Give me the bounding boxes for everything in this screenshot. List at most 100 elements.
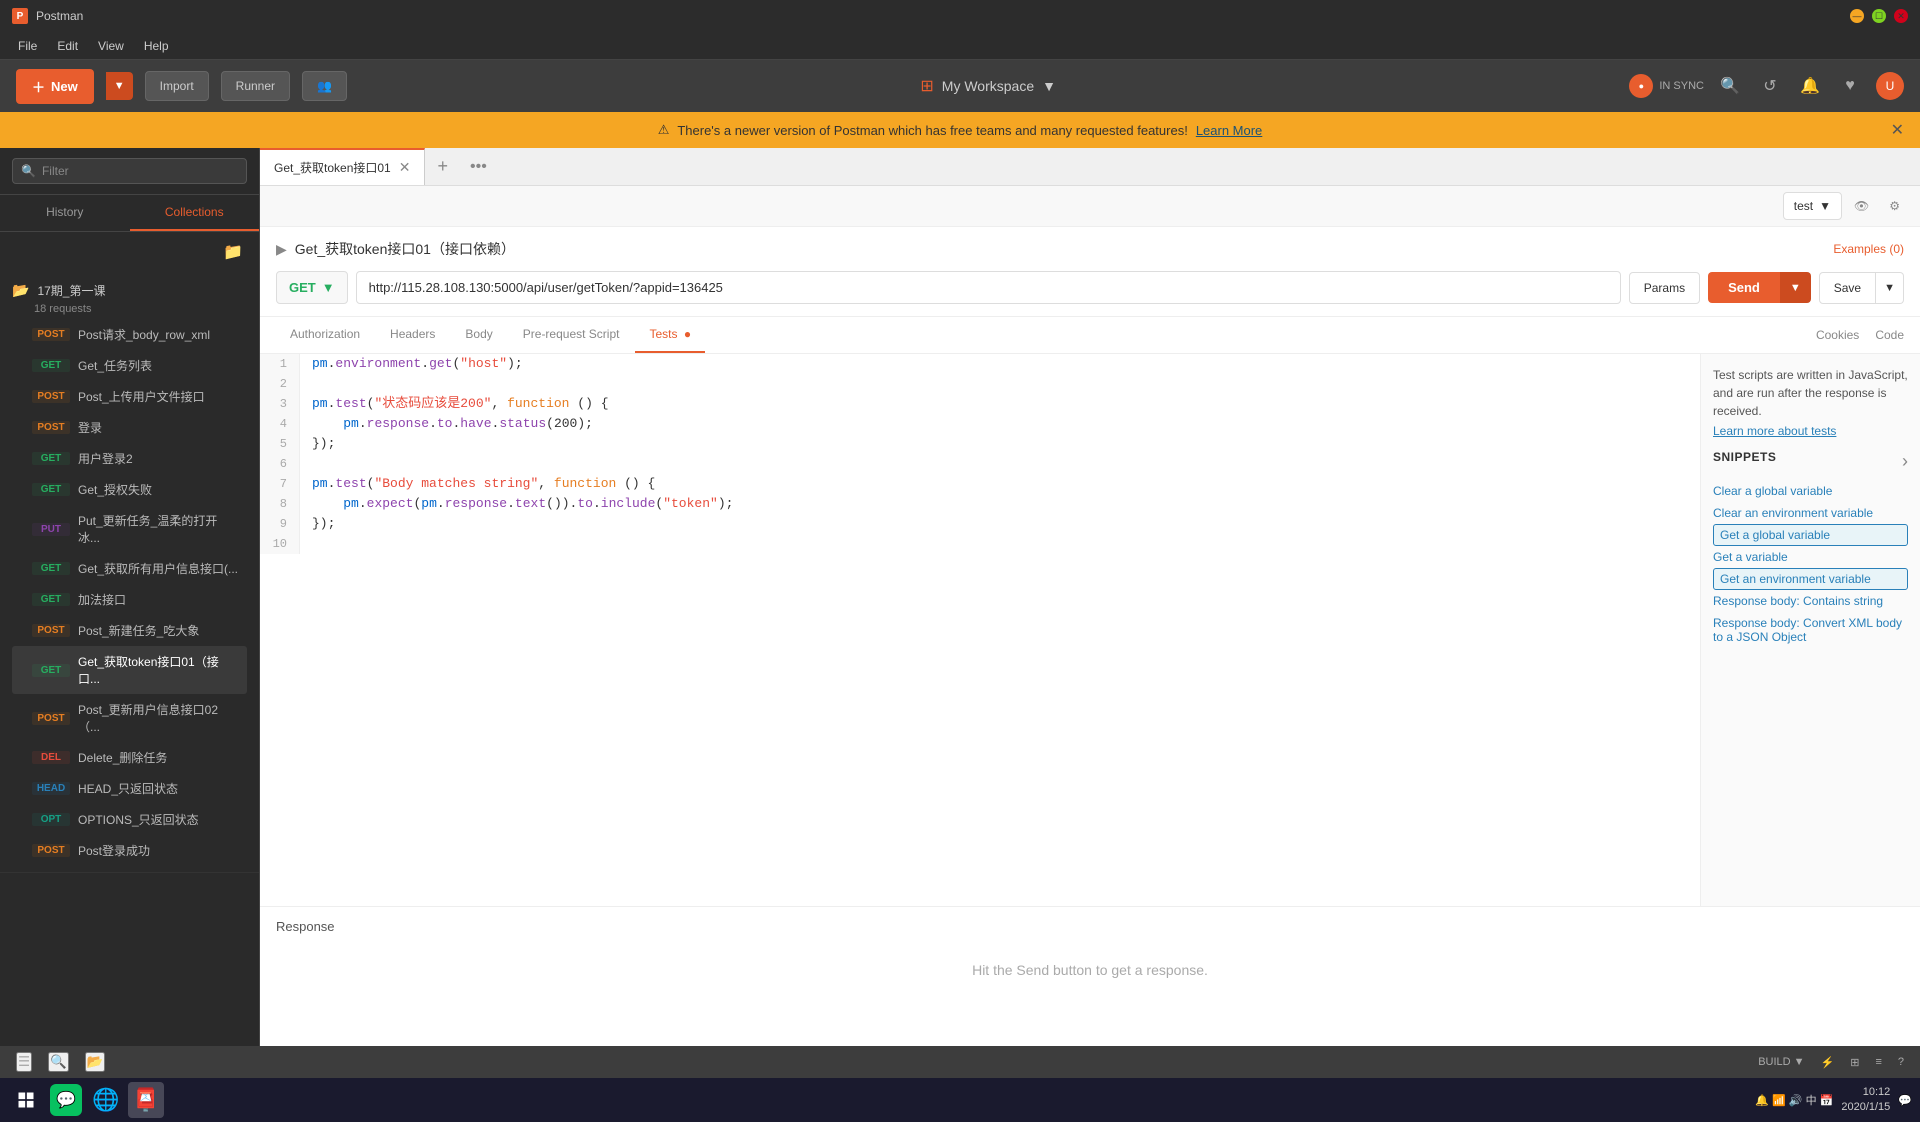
list-item[interactable]: POST 登录 (12, 412, 247, 443)
tab-body[interactable]: Body (451, 317, 506, 353)
tab-headers[interactable]: Headers (376, 317, 449, 353)
notifications-button[interactable]: 🔔 (1796, 72, 1824, 100)
runner-button[interactable]: Runner (221, 71, 290, 101)
history-tab[interactable]: History (0, 195, 130, 231)
list-item[interactable]: HEAD HEAD_只返回状态 (12, 773, 247, 804)
refresh-button[interactable]: ↺ (1756, 72, 1784, 100)
send-button[interactable]: Send (1708, 272, 1780, 303)
import-button[interactable]: Import (145, 71, 209, 101)
user-avatar[interactable]: U (1876, 72, 1904, 100)
code-line-10: 10 (260, 534, 1700, 554)
snippet-clear-env[interactable]: Clear an environment variable (1713, 502, 1908, 524)
code-editor[interactable]: 1 pm.environment.get("host"); 2 3 pm.tes… (260, 354, 1700, 906)
menu-view[interactable]: View (88, 35, 134, 57)
environment-selector[interactable]: test ▼ (1783, 192, 1842, 220)
snippet-clear-global[interactable]: Clear a global variable (1713, 480, 1908, 502)
list-item[interactable]: POST Post_更新用户信息接口02（... (12, 694, 247, 742)
search-toolbar-button[interactable]: 🔍 (1716, 72, 1744, 100)
snippets-expand-icon[interactable]: › (1902, 451, 1908, 472)
sidebar-group-header[interactable]: 📂 17期_第一课 (12, 278, 247, 303)
item-name: Post登录成功 (78, 842, 150, 859)
snippet-label: Get a variable (1713, 550, 1788, 564)
expand-arrow-icon[interactable]: ▶ (276, 241, 287, 258)
tab-add-button[interactable]: + (425, 148, 460, 185)
minimize-button[interactable]: — (1850, 9, 1864, 23)
sidebar-toggle-button[interactable]: ☰ (16, 1052, 32, 1072)
collections-tab[interactable]: Collections (130, 195, 260, 231)
learn-more-link[interactable]: Learn More (1196, 123, 1262, 138)
tab-prerequest[interactable]: Pre-request Script (509, 317, 634, 353)
snippet-get-global[interactable]: Get a global variable (1713, 524, 1908, 546)
group-count: 18 requests (12, 303, 247, 315)
status-icon-1[interactable]: ⚡ (1821, 1056, 1835, 1069)
filter-input[interactable] (42, 164, 238, 178)
snippet-response-xml-json[interactable]: Response body: Convert XML body to a JSO… (1713, 612, 1908, 648)
learn-tests-link[interactable]: Learn more about tests (1713, 424, 1908, 438)
snippet-get-env[interactable]: Get an environment variable (1713, 568, 1908, 590)
snippet-label: Get an environment variable (1720, 572, 1871, 586)
new-button[interactable]: ＋ New (16, 69, 94, 104)
code-link[interactable]: Code (1875, 328, 1904, 342)
tests-tab-label: Tests (649, 327, 677, 341)
build-label[interactable]: BUILD ▼ (1758, 1056, 1804, 1069)
new-dropdown-button[interactable]: ▼ (106, 72, 133, 100)
snippet-label: Clear an environment variable (1713, 506, 1873, 520)
env-eye-button[interactable]: 👁 (1846, 193, 1877, 219)
tab-close-button[interactable]: ✕ (399, 159, 411, 176)
url-input[interactable] (356, 271, 1621, 304)
snippet-get-variable[interactable]: Get a variable (1713, 546, 1908, 568)
list-item[interactable]: GET 加法接口 (12, 584, 247, 615)
new-collection-button[interactable]: 📁 (219, 240, 247, 264)
status-search-button[interactable]: 🔍 (48, 1052, 69, 1072)
list-item-active[interactable]: GET Get_获取token接口01（接口... (12, 646, 247, 694)
status-help-button[interactable]: ? (1898, 1056, 1904, 1069)
request-tab-active[interactable]: Get_获取token接口01 ✕ (260, 148, 425, 185)
list-item[interactable]: POST Post登录成功 (12, 835, 247, 866)
taskbar-app-postman[interactable]: 📮 (128, 1082, 164, 1118)
menu-file[interactable]: File (8, 35, 47, 57)
list-item[interactable]: GET Get_任务列表 (12, 350, 247, 381)
list-item[interactable]: POST Post请求_body_row_xml (12, 319, 247, 350)
taskbar-app-wechat[interactable]: 💬 (48, 1082, 84, 1118)
list-item[interactable]: DEL Delete_删除任务 (12, 742, 247, 773)
list-item[interactable]: GET Get_授权失败 (12, 474, 247, 505)
method-badge-post: POST (32, 712, 70, 725)
list-item[interactable]: GET Get_获取所有用户信息接口(... (12, 553, 247, 584)
notification-area-icon[interactable]: 💬 (1898, 1094, 1912, 1107)
notification-close-button[interactable]: ✕ (1891, 120, 1904, 140)
team-button[interactable]: 👥 (302, 71, 347, 101)
status-collection-button[interactable]: 📂 (85, 1052, 106, 1072)
start-button[interactable] (8, 1082, 44, 1118)
method-label: GET (289, 280, 316, 295)
list-item[interactable]: POST Post_上传用户文件接口 (12, 381, 247, 412)
url-bar: GET ▼ Params Send ▼ Save ▼ (276, 271, 1904, 304)
maximize-button[interactable]: ☐ (1872, 9, 1886, 23)
examples-link[interactable]: Examples (0) (1833, 242, 1904, 256)
menu-edit[interactable]: Edit (47, 35, 88, 57)
cookies-link[interactable]: Cookies (1816, 328, 1859, 342)
list-item[interactable]: PUT Put_更新任务_温柔的打开冰... (12, 505, 247, 553)
list-item[interactable]: OPT OPTIONS_只返回状态 (12, 804, 247, 835)
snippet-response-contains[interactable]: Response body: Contains string (1713, 590, 1908, 612)
save-dropdown-button[interactable]: ▼ (1876, 272, 1904, 304)
status-icon-3[interactable]: ≡ (1875, 1056, 1881, 1069)
tab-tests[interactable]: Tests ● (635, 317, 705, 353)
menu-help[interactable]: Help (134, 35, 179, 57)
taskbar-app-chrome[interactable]: 🌐 (88, 1082, 124, 1118)
send-dropdown-button[interactable]: ▼ (1780, 272, 1811, 303)
list-item[interactable]: GET 用户登录2 (12, 443, 247, 474)
item-name: 登录 (78, 419, 102, 436)
tab-more-button[interactable]: ••• (460, 148, 497, 185)
list-item[interactable]: POST Post_新建任务_吃大象 (12, 615, 247, 646)
method-selector[interactable]: GET ▼ (276, 271, 348, 304)
tab-authorization[interactable]: Authorization (276, 317, 374, 353)
env-gear-button[interactable]: ⚙ (1881, 193, 1908, 219)
params-button[interactable]: Params (1629, 272, 1700, 304)
save-button[interactable]: Save (1819, 272, 1876, 304)
close-button[interactable]: ✕ (1894, 9, 1908, 23)
status-icon-2[interactable]: ⊞ (1850, 1056, 1859, 1069)
line-code: pm.test("Body matches string", function … (300, 474, 655, 494)
favorites-button[interactable]: ♥ (1836, 72, 1864, 100)
workspace-selector[interactable]: ⊞ My Workspace ▼ (920, 76, 1056, 96)
snippet-label: Response body: Convert XML body to a JSO… (1713, 616, 1908, 644)
